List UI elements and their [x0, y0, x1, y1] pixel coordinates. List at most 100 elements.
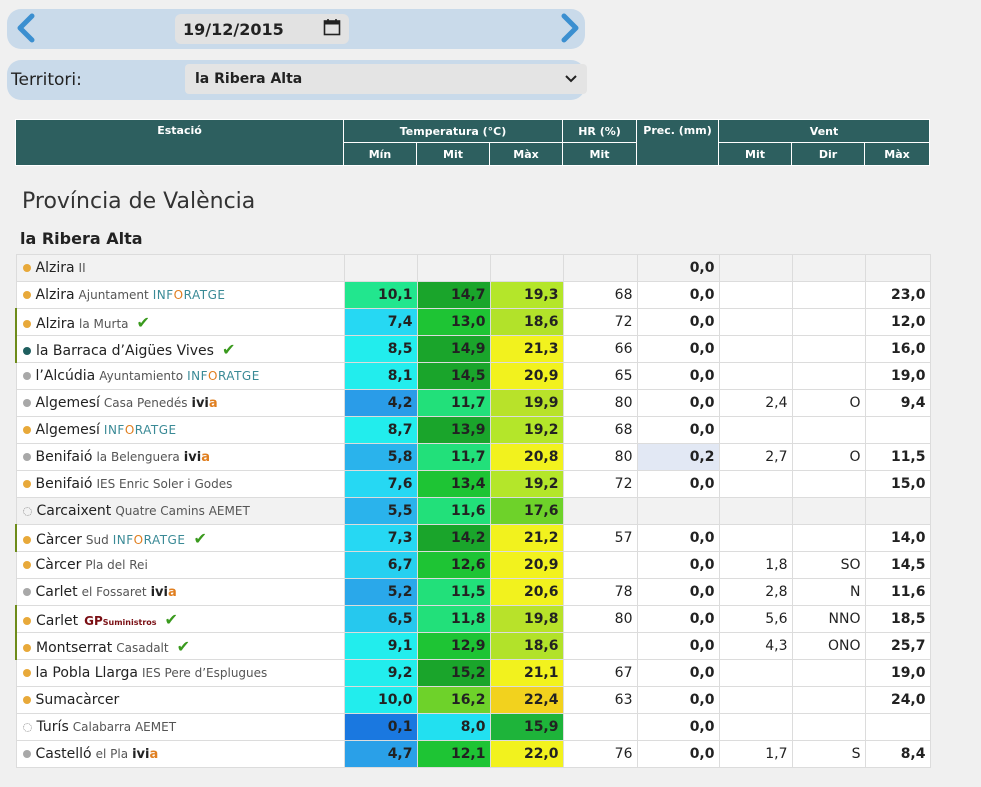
wind-dir-cell [791, 470, 866, 498]
header-station: Estació [15, 119, 344, 166]
station-name[interactable]: Carlet [36, 584, 78, 600]
station-name[interactable]: Alzira [36, 260, 75, 276]
status-dot-icon [22, 399, 31, 407]
station-cell[interactable]: la Barraca d’Aigües Vives ✔ [15, 335, 345, 363]
territory-select[interactable]: la Ribera Alta [185, 64, 587, 94]
territory-label: Territori: [11, 70, 82, 90]
temp-max-cell: 15,9 [489, 713, 564, 741]
table-row[interactable]: Alzira la Murta ✔ 7,4 13,0 18,6 72 0,0 12,0 [15, 308, 931, 336]
temp-mit-cell: 14,2 [416, 524, 491, 552]
wind-dir-cell: NNO [791, 605, 866, 633]
table-row[interactable]: Turís Calabarra AEMET 0,1 8,0 15,9 0,0 [15, 713, 931, 741]
station-name[interactable]: Càrcer [36, 532, 82, 548]
table-row[interactable]: l’Alcúdia Ayuntamiento INFORATGE 8,1 14,5 20,… [15, 362, 931, 390]
next-day-arrow-icon[interactable] [553, 11, 587, 45]
station-name[interactable]: Algemesí [36, 395, 100, 411]
station-name[interactable]: la Pobla Llarga [36, 665, 138, 681]
station-name[interactable]: Carlet [36, 613, 78, 629]
station-cell[interactable]: Castelló el Pla ivia [15, 740, 345, 768]
station-cell[interactable]: Càrcer Pla del Rei [15, 551, 345, 579]
chevron-down-icon [565, 71, 577, 87]
header-wind-max: Màx [864, 142, 931, 166]
station-name[interactable]: Algemesí [36, 422, 100, 438]
station-cell[interactable]: Algemesí Casa Penedés ivia [15, 389, 345, 417]
humidity-cell: 68 [562, 416, 638, 444]
temp-max-cell: 21,2 [489, 524, 564, 552]
precipitation-cell: 0,0 [636, 740, 720, 768]
wind-mit-cell: 2,7 [718, 443, 793, 471]
temp-mit-cell: 12,6 [416, 551, 491, 579]
station-cell[interactable]: Turís Calabarra AEMET [15, 713, 345, 741]
station-name[interactable]: Montserrat [36, 640, 112, 656]
wind-max-cell [864, 497, 931, 525]
wind-max-cell: 19,0 [864, 659, 931, 687]
table-row[interactable]: la Barraca d’Aigües Vives ✔ 8,5 14,9 21,3 66 0… [15, 335, 931, 363]
temp-mit-cell: 11,8 [416, 605, 491, 633]
station-name[interactable]: Carcaixent [37, 503, 112, 519]
station-location: Casa Penedés [103, 396, 188, 410]
wind-dir-cell [791, 524, 866, 552]
station-cell[interactable]: Carlet GPSuministros ✔ [15, 605, 345, 633]
station-location: Calabarra AEMET [72, 720, 177, 734]
wind-dir-cell [791, 497, 866, 525]
station-cell[interactable]: Benifaió la Belenguera ivia [15, 443, 345, 471]
table-row[interactable]: Sumacàrcer 10,0 16,2 22,4 63 0,0 24,0 [15, 686, 931, 714]
status-dot-icon [23, 346, 31, 355]
station-cell[interactable]: Alzira II [15, 254, 345, 282]
station-cell[interactable]: Carcaixent Quatre Camins AEMET [15, 497, 345, 525]
table-row[interactable]: Montserrat Casadalt ✔ 9,1 12,9 18,6 0,0 4,3 ONO 2… [15, 632, 931, 660]
table-row[interactable]: Benifaió IES Enric Soler i Godes 7,6 13,4 19… [15, 470, 931, 498]
temp-max-cell: 19,2 [489, 470, 564, 498]
humidity-cell: 78 [562, 578, 638, 606]
table-row[interactable]: Carlet GPSuministros ✔ 6,5 11,8 19,8 80 0,0 5,6 N… [15, 605, 931, 633]
table-row[interactable]: Càrcer Pla del Rei 6,7 12,6 20,9 0,0 1,8 SO 14,5 [15, 551, 931, 579]
station-name[interactable]: l’Alcúdia [36, 368, 96, 384]
wind-dir-cell [791, 335, 866, 363]
station-cell[interactable]: Montserrat Casadalt ✔ [15, 632, 345, 660]
station-name[interactable]: Alzira [36, 287, 75, 303]
wind-mit-cell: 2,8 [718, 578, 793, 606]
table-row[interactable]: Càrcer Sud INFORATGE ✔ 7,3 14,2 21,2 57 0,0 14,0 [15, 524, 931, 552]
precipitation-cell: 0,2 [636, 443, 720, 471]
station-cell[interactable]: Carlet el Fossaret ivia [15, 578, 345, 606]
station-name[interactable]: Càrcer [36, 557, 82, 573]
station-name[interactable]: Benifaió [36, 449, 93, 465]
wind-mit-cell [718, 416, 793, 444]
table-row[interactable]: Alzira II 0,0 [15, 254, 931, 282]
station-name[interactable]: Turís [37, 719, 69, 735]
date-input[interactable]: 19/12/2015 [175, 14, 349, 44]
table-row[interactable]: la Pobla Llarga IES Pere d’Esplugues 9,2 15… [15, 659, 931, 687]
temp-min-cell: 0,1 [343, 713, 418, 741]
wind-max-cell: 8,4 [864, 740, 931, 768]
calendar-icon[interactable] [323, 18, 341, 40]
station-cell[interactable]: la Pobla Llarga IES Pere d’Esplugues [15, 659, 345, 687]
station-name[interactable]: Benifaió [36, 476, 93, 492]
temp-mit-cell: 12,9 [416, 632, 491, 660]
station-cell[interactable]: Benifaió IES Enric Soler i Godes [15, 470, 345, 498]
temp-mit-cell: 13,0 [416, 308, 491, 336]
table-row[interactable]: Castelló el Pla ivia 4,7 12,1 22,0 76 0,0 1,7 S 8,… [15, 740, 931, 768]
table-row[interactable]: Carlet el Fossaret ivia 5,2 11,5 20,6 78 0,0 2,8… [15, 578, 931, 606]
station-name[interactable]: la Barraca d’Aigües Vives [36, 343, 214, 359]
station-cell[interactable]: Alzira la Murta ✔ [15, 308, 345, 336]
table-row[interactable]: Carcaixent Quatre Camins AEMET 5,5 11,6 17,6 [15, 497, 931, 525]
temp-mit-cell: 14,9 [416, 335, 491, 363]
station-cell[interactable]: l’Alcúdia Ayuntamiento INFORATGE [15, 362, 345, 390]
status-dot-icon [22, 561, 31, 569]
temp-mit-cell: 14,5 [416, 362, 491, 390]
precipitation-cell: 0,0 [636, 632, 720, 660]
temp-max-cell: 22,4 [489, 686, 564, 714]
table-row[interactable]: Algemesí Casa Penedés ivia 4,2 11,7 19,9 80 0,0… [15, 389, 931, 417]
station-name[interactable]: Alzira [36, 316, 75, 332]
station-name[interactable]: Sumacàrcer [36, 692, 120, 708]
table-row[interactable]: Alzira Ajuntament INFORATGE 10,1 14,7 19,3 68 0… [15, 281, 931, 309]
station-cell[interactable]: Càrcer Sud INFORATGE ✔ [15, 524, 345, 552]
table-row[interactable]: Algemesí INFORATGE 8,7 13,9 19,2 68 0,0 [15, 416, 931, 444]
table-row[interactable]: Benifaió la Belenguera ivia 5,8 11,7 20,8 80 0,… [15, 443, 931, 471]
station-cell[interactable]: Algemesí INFORATGE [15, 416, 345, 444]
station-name[interactable]: Castelló [36, 746, 92, 762]
inforatge-logo-icon: INFORATGE [103, 423, 177, 437]
previous-day-arrow-icon[interactable] [9, 11, 43, 45]
station-cell[interactable]: Alzira Ajuntament INFORATGE [15, 281, 345, 309]
station-cell[interactable]: Sumacàrcer [15, 686, 345, 714]
